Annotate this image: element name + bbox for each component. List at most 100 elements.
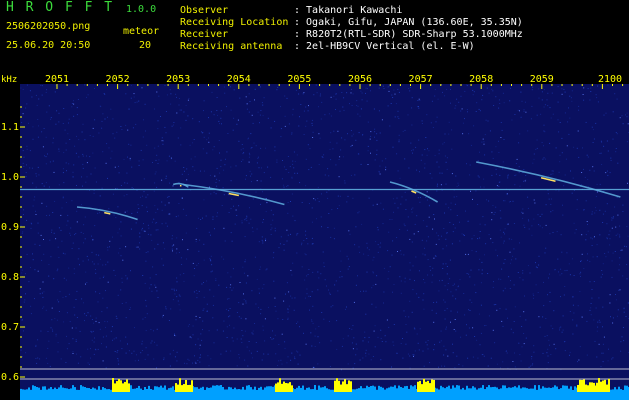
noise-speck [512,255,513,257]
noise-speck [26,219,28,221]
noise-speck [65,362,67,363]
noise-speck [244,330,246,332]
noise-speck [146,211,148,213]
baseline-spike [472,386,474,392]
noise-speck [224,164,226,166]
noise-speck [222,187,224,189]
noise-speck [441,365,443,367]
noise-speck [370,90,371,92]
noise-speck [162,264,164,266]
noise-speck [611,227,613,229]
noise-speck [328,113,330,115]
noise-speck [398,91,400,93]
noise-speck [444,285,446,287]
noise-speck [347,133,348,135]
noise-speck [338,176,340,178]
noise-speck [224,92,226,94]
noise-speck [213,295,215,297]
noise-speck [52,142,54,144]
noise-speck [75,152,77,154]
noise-speck [303,240,305,241]
noise-speck [463,293,465,294]
baseline-spike [80,385,82,392]
noise-speck [270,127,272,129]
noise-speck [217,212,218,214]
noise-speck [465,253,467,255]
y-axis-unit: kHz [1,75,17,85]
noise-speck [319,95,321,97]
noise-speck [297,321,299,323]
noise-speck [528,366,530,368]
noise-speck [126,194,128,196]
noise-speck [156,328,158,330]
noise-speck [491,219,493,221]
noise-speck [99,328,101,330]
noise-speck [225,158,226,160]
baseline-spike [296,387,298,392]
noise-speck [626,278,628,280]
noise-speck [281,363,283,365]
noise-speck [333,238,335,240]
noise-speck [360,108,362,110]
noise-speck [260,308,262,310]
noise-speck [246,220,248,222]
noise-speck [26,253,28,255]
noise-speck [610,157,612,159]
noise-speck [249,170,251,172]
baseline-spike [544,387,546,392]
noise-speck [627,235,629,237]
noise-speck [248,222,250,224]
noise-speck [461,233,463,235]
noise-speck [602,263,604,265]
noise-speck [498,140,499,142]
noise-speck [307,144,309,146]
noise-speck [258,292,260,294]
noise-speck [626,141,628,143]
noise-speck [193,291,195,293]
noise-speck [357,113,359,115]
burst-spike [589,382,591,392]
noise-speck [23,301,25,303]
noise-speck [445,161,447,163]
noise-speck [22,88,24,90]
burst-spike [338,380,340,392]
burst-spike [336,378,338,392]
noise-speck [199,344,201,346]
noise-speck [187,358,189,360]
noise-speck [319,137,321,139]
noise-speck [134,327,135,329]
noise-speck [599,321,601,323]
noise-speck [25,352,27,354]
baseline-spike [138,385,140,392]
noise-speck [156,344,158,346]
noise-speck [225,308,227,310]
noise-speck [202,132,204,133]
baseline-spike [228,386,230,392]
noise-speck [444,212,445,214]
noise-speck [121,348,123,350]
noise-speck [563,185,565,187]
noise-speck [292,160,294,162]
noise-speck [583,209,585,211]
burst-spike [577,384,579,392]
baseline-spike [214,385,216,392]
noise-speck [51,231,52,233]
noise-speck [522,217,524,219]
noise-speck [216,215,218,217]
baseline-spike [172,386,174,392]
noise-speck [178,203,180,204]
noise-speck [432,274,434,276]
noise-speck [286,97,288,99]
noise-speck [105,162,107,164]
noise-speck [95,291,97,293]
noise-speck [141,229,143,231]
noise-speck [593,236,595,238]
baseline-spike [150,388,152,392]
baseline-spike [254,386,256,392]
noise-speck [34,298,35,300]
noise-speck [352,133,354,135]
datetime: 25.06.20 20:50 [6,40,91,51]
noise-speck [536,114,538,116]
noise-speck [609,302,611,304]
baseline-spike [66,388,68,392]
